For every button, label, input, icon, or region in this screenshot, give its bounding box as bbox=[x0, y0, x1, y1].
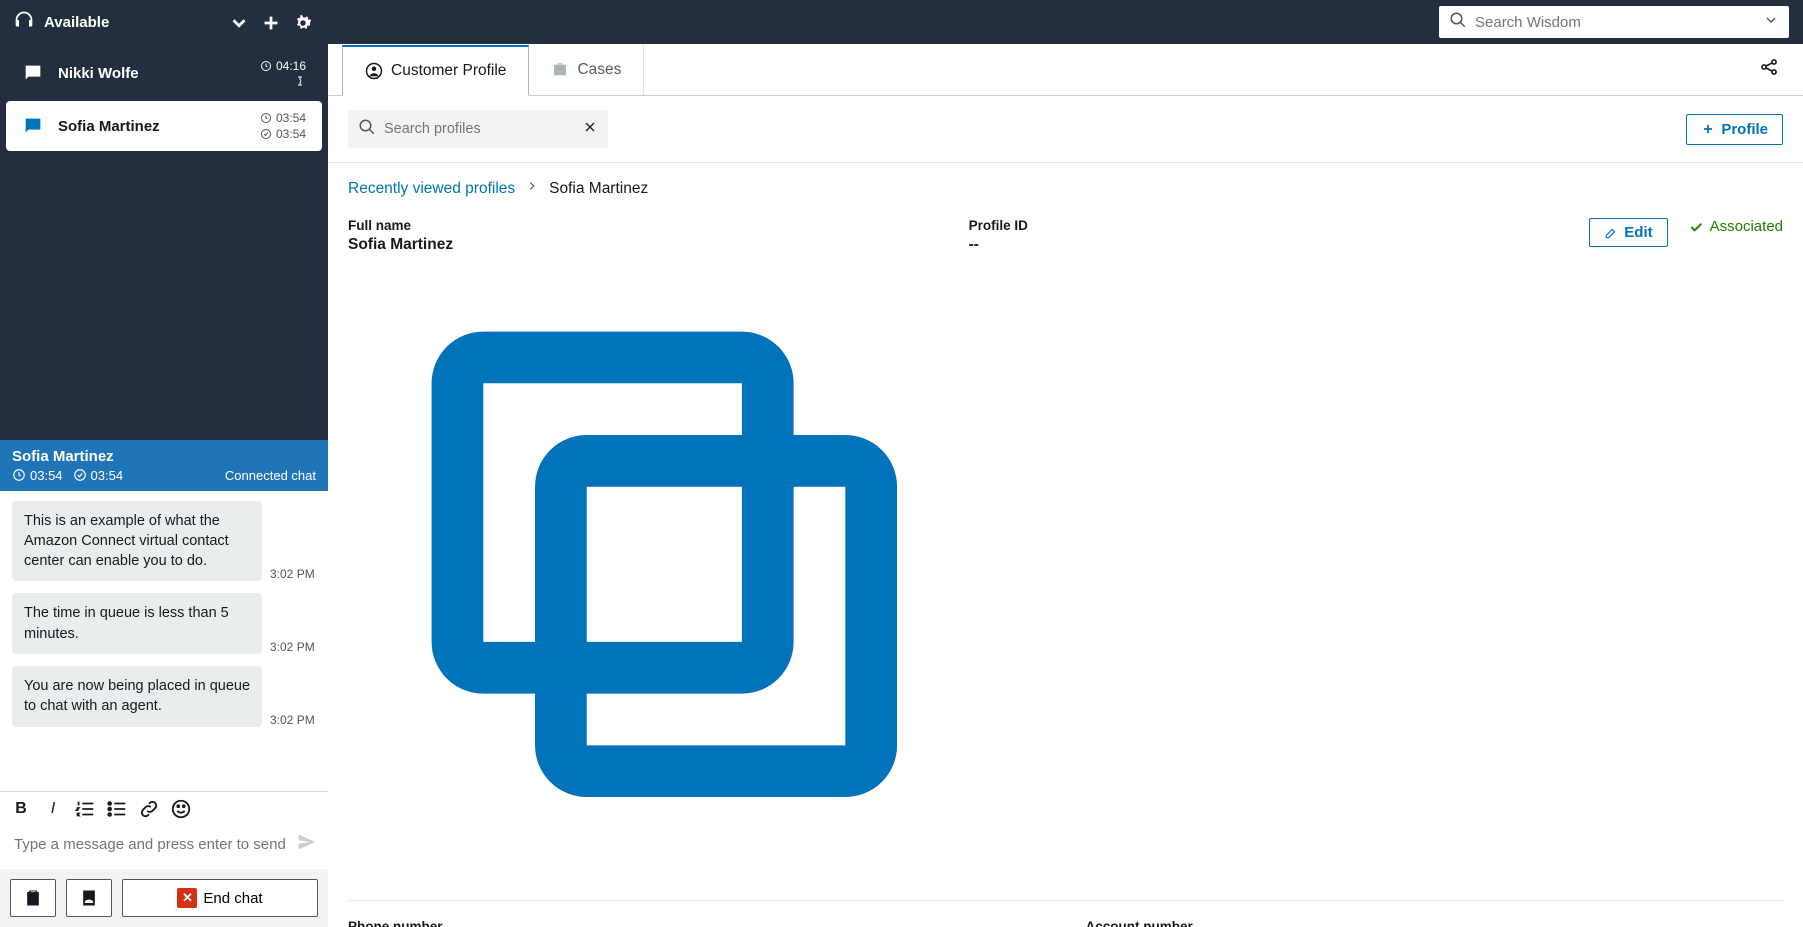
headset-icon bbox=[14, 10, 34, 35]
share-button[interactable] bbox=[1749, 57, 1789, 82]
status-dropdown[interactable] bbox=[228, 12, 250, 34]
chevron-down-icon[interactable] bbox=[1763, 12, 1779, 33]
status-text: Available bbox=[44, 14, 109, 31]
contact-button[interactable] bbox=[66, 879, 112, 917]
chat-time: 3:02 PM bbox=[270, 640, 315, 654]
profile-id-label: Profile ID bbox=[969, 218, 1590, 233]
full-name-value: Sofia Martinez bbox=[348, 236, 453, 253]
chat-message: The time in queue is less than 5 minutes… bbox=[12, 593, 262, 654]
link-button[interactable] bbox=[138, 798, 160, 820]
search-profiles[interactable] bbox=[348, 110, 608, 148]
italic-button[interactable]: I bbox=[42, 798, 64, 820]
chat-icon bbox=[22, 62, 44, 84]
search-wisdom-input[interactable] bbox=[1467, 14, 1763, 31]
briefcase-icon bbox=[551, 61, 569, 79]
main: Customer Profile Cases Profile bbox=[328, 0, 1803, 927]
numbered-list-button[interactable] bbox=[74, 798, 96, 820]
search-icon bbox=[1449, 11, 1467, 34]
edit-button[interactable]: Edit bbox=[1589, 218, 1667, 247]
clipboard-button[interactable] bbox=[10, 879, 56, 917]
add-icon[interactable] bbox=[260, 12, 282, 34]
add-profile-button[interactable]: Profile bbox=[1686, 114, 1783, 145]
contact-list: Nikki Wolfe 04:16 Sofia Martinez 03:54 0… bbox=[0, 45, 328, 155]
end-chat-button[interactable]: ✕ End chat bbox=[122, 879, 318, 917]
composer: B I bbox=[0, 791, 328, 927]
chat-icon bbox=[22, 115, 44, 137]
main-tabs: Customer Profile Cases bbox=[328, 44, 1803, 96]
breadcrumb: Recently viewed profiles Sofia Martinez bbox=[348, 179, 1783, 198]
topbar bbox=[328, 0, 1803, 44]
field-label: Account number bbox=[1086, 919, 1784, 927]
tab-cases[interactable]: Cases bbox=[529, 44, 644, 95]
chat-area: This is an example of what the Amazon Co… bbox=[0, 491, 328, 792]
session-status: Connected chat bbox=[225, 468, 316, 483]
sidebar: Available Nikki Wolfe 04:16 bbox=[0, 0, 328, 927]
session-bar: Sofia Martinez 03:54 03:54 Connected cha… bbox=[0, 440, 328, 491]
copy-icon[interactable] bbox=[354, 862, 975, 879]
chat-message: This is an example of what the Amazon Co… bbox=[12, 501, 262, 582]
status-bar: Available bbox=[0, 0, 328, 45]
contact-name: Sofia Martinez bbox=[58, 118, 260, 135]
profile-toolbar: Profile bbox=[328, 96, 1803, 163]
gear-icon[interactable] bbox=[292, 12, 314, 34]
search-profiles-input[interactable] bbox=[376, 121, 582, 137]
send-button[interactable] bbox=[296, 831, 318, 858]
chat-message: You are now being placed in queue to cha… bbox=[12, 666, 262, 727]
breadcrumb-link[interactable]: Recently viewed profiles bbox=[348, 180, 515, 198]
chevron-right-icon bbox=[525, 179, 539, 198]
message-input[interactable] bbox=[10, 830, 296, 859]
close-icon[interactable] bbox=[582, 119, 598, 140]
bold-button[interactable]: B bbox=[10, 798, 32, 820]
full-name-label: Full name bbox=[348, 218, 969, 233]
bullet-list-button[interactable] bbox=[106, 798, 128, 820]
search-icon bbox=[358, 118, 376, 141]
field-label: Phone number bbox=[348, 919, 1046, 927]
user-icon bbox=[365, 62, 383, 80]
session-name: Sofia Martinez bbox=[12, 448, 316, 465]
breadcrumb-current: Sofia Martinez bbox=[549, 180, 648, 198]
end-chat-icon: ✕ bbox=[177, 888, 197, 908]
associated-status: Associated bbox=[1688, 218, 1783, 235]
tab-customer-profile[interactable]: Customer Profile bbox=[342, 45, 529, 96]
emoji-button[interactable] bbox=[170, 798, 192, 820]
search-wisdom[interactable] bbox=[1439, 6, 1789, 38]
profile-id-value: -- bbox=[969, 236, 1590, 254]
contact-item[interactable]: Nikki Wolfe 04:16 bbox=[6, 49, 322, 97]
contact-name: Nikki Wolfe bbox=[58, 65, 260, 82]
chat-time: 3:02 PM bbox=[270, 713, 315, 727]
chat-time: 3:02 PM bbox=[270, 567, 315, 581]
contact-item-active[interactable]: Sofia Martinez 03:54 03:54 bbox=[6, 101, 322, 151]
